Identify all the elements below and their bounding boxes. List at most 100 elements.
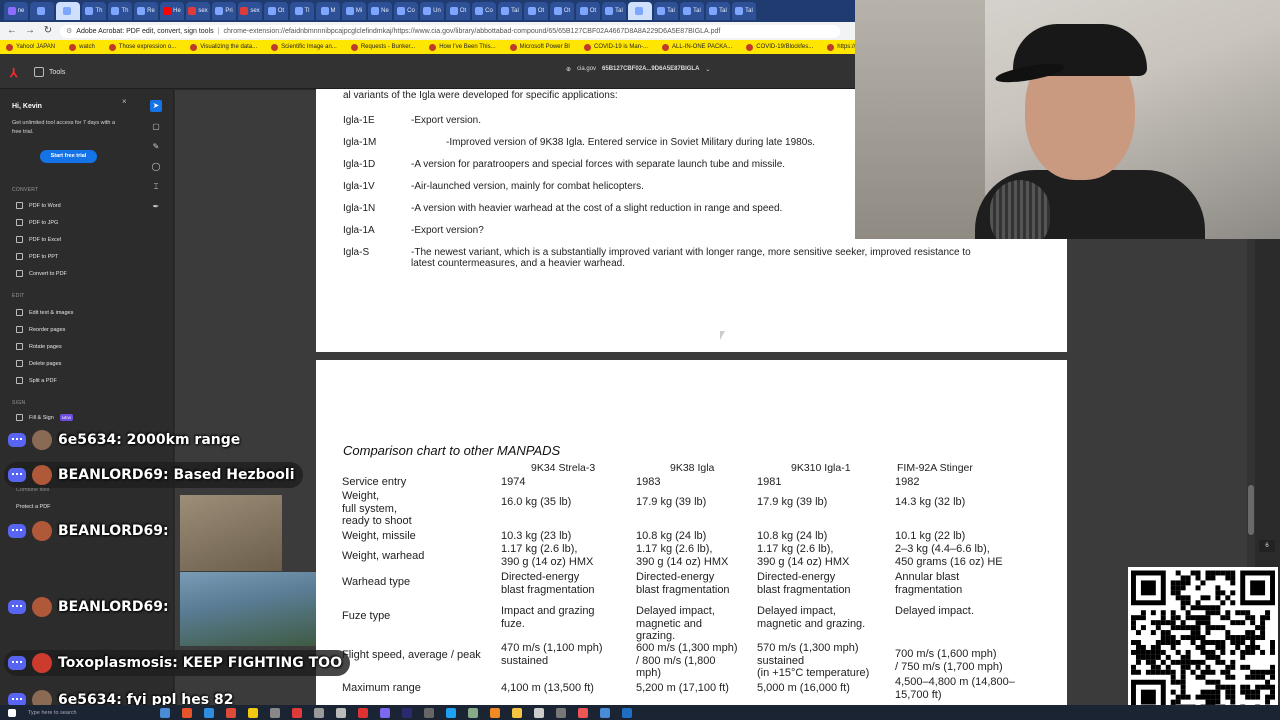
- tool-item[interactable]: Delete pages: [16, 360, 61, 367]
- qr-module: [1175, 590, 1181, 596]
- tool-item[interactable]: PDF to PPT: [16, 253, 58, 260]
- app-icon[interactable]: [182, 707, 192, 718]
- browser-tab[interactable]: [56, 2, 80, 20]
- reload-icon[interactable]: ↻: [42, 25, 54, 37]
- tool-item[interactable]: Split a PDF: [16, 377, 57, 384]
- acrobat-logo-icon[interactable]: ⅄: [10, 66, 24, 80]
- task-view-icon[interactable]: [160, 707, 170, 718]
- row-label: Weight, warhead: [342, 550, 425, 562]
- text-select-icon[interactable]: ⌶: [150, 181, 162, 193]
- lasso-icon[interactable]: ◯: [150, 161, 162, 173]
- browser-tab[interactable]: Co: [472, 2, 496, 20]
- tool-item[interactable]: Edit text & images: [16, 309, 73, 316]
- browser-tab[interactable]: Ne: [368, 2, 392, 20]
- browser-tab[interactable]: ne: [4, 2, 28, 20]
- browser-tab[interactable]: He: [160, 2, 184, 20]
- page-number-badge: 6: [1259, 540, 1275, 552]
- document-title[interactable]: ⊕ cia.gov 65B127CBF02A...9D6A5E87BIGLA ⌄: [566, 66, 726, 73]
- browser-tab[interactable]: Th: [108, 2, 132, 20]
- browser-tab[interactable]: Tal: [680, 2, 704, 20]
- app-icon[interactable]: [468, 707, 478, 718]
- app-icon[interactable]: [578, 707, 588, 718]
- browser-tab[interactable]: [30, 2, 54, 20]
- pencil-icon[interactable]: ✎: [150, 141, 162, 153]
- browser-tab[interactable]: Tal: [732, 2, 756, 20]
- browser-tab[interactable]: Ot: [446, 2, 470, 20]
- sign-icon[interactable]: ✒: [150, 201, 162, 213]
- bookmark-item[interactable]: Microsoft Power BI: [509, 43, 570, 51]
- browser-tab[interactable]: Co: [394, 2, 418, 20]
- vlc-icon[interactable]: [490, 707, 500, 718]
- bookmark-item[interactable]: Those expression o...: [108, 43, 176, 51]
- acrobat-icon[interactable]: [358, 707, 368, 718]
- bookmark-item[interactable]: Yahoo! JAPAN: [6, 43, 55, 51]
- browser-tab[interactable]: Tal: [602, 2, 626, 20]
- app-icon[interactable]: [292, 707, 302, 718]
- qr-module: [1145, 649, 1151, 655]
- url-input[interactable]: ⚙ Adobe Acrobat: PDF edit, convert, sign…: [60, 24, 840, 38]
- app-icon[interactable]: [380, 707, 390, 718]
- app-icon[interactable]: [512, 707, 522, 718]
- back-icon[interactable]: ←: [6, 25, 18, 37]
- browser-tab[interactable]: Ot: [524, 2, 548, 20]
- edge-icon[interactable]: [204, 707, 214, 718]
- browser-tab[interactable]: sex: [186, 2, 210, 20]
- bookmark-item[interactable]: watch: [69, 43, 95, 51]
- taskbar-search[interactable]: Type here to search: [28, 710, 148, 716]
- qr-module: [1140, 654, 1146, 660]
- app-icon[interactable]: [424, 707, 434, 718]
- close-icon[interactable]: ×: [122, 97, 127, 106]
- browser-tab[interactable]: Tal: [498, 2, 522, 20]
- browser-tab[interactable]: Tal: [654, 2, 678, 20]
- browser-tab[interactable]: M: [316, 2, 340, 20]
- tool-item[interactable]: Rotate pages: [16, 343, 62, 350]
- tool-item[interactable]: PDF to Word: [16, 202, 61, 209]
- bookmark-item[interactable]: Requests - Bunker...: [350, 43, 415, 51]
- explorer-icon[interactable]: [248, 707, 258, 718]
- qr-module: [1260, 669, 1266, 675]
- bookmark-item[interactable]: Scientific Image an...: [271, 43, 337, 51]
- tool-item[interactable]: PDF to Excel: [16, 236, 61, 243]
- browser-tab[interactable]: Un: [420, 2, 444, 20]
- select-cursor-icon[interactable]: ➤: [150, 100, 162, 112]
- favicon-icon: [605, 7, 614, 15]
- scrollbar-thumb[interactable]: [1248, 485, 1254, 535]
- bookmark-item[interactable]: COVID-19/Blockfes...: [746, 43, 813, 51]
- browser-tab[interactable]: Ot: [576, 2, 600, 20]
- premiere-icon[interactable]: [402, 707, 412, 718]
- tool-item[interactable]: Reorder pages: [16, 326, 65, 333]
- bookmark-item[interactable]: COVID-19 is Man-...: [583, 43, 648, 51]
- word-icon[interactable]: [622, 707, 632, 718]
- forward-icon[interactable]: →: [24, 25, 36, 37]
- gear-icon[interactable]: [556, 707, 566, 718]
- chrome-icon[interactable]: [226, 707, 236, 718]
- bookmark-item[interactable]: How I've Been This...: [429, 43, 496, 51]
- browser-tab[interactable]: Tl: [290, 2, 314, 20]
- start-icon[interactable]: [8, 708, 16, 717]
- browser-tab[interactable]: Pri: [212, 2, 236, 20]
- comment-icon[interactable]: ▢: [150, 121, 162, 133]
- tool-item[interactable]: PDF to JPG: [16, 219, 58, 226]
- browser-tab[interactable]: [628, 2, 652, 20]
- app-icon[interactable]: [600, 707, 610, 718]
- start-free-trial-button[interactable]: Start free trial: [40, 150, 97, 163]
- app-icon[interactable]: [270, 707, 280, 718]
- app-icon[interactable]: [336, 707, 346, 718]
- browser-tab[interactable]: Ot: [550, 2, 574, 20]
- browser-tab[interactable]: Re: [134, 2, 158, 20]
- browser-tab[interactable]: Tal: [706, 2, 730, 20]
- qr-module: [1170, 640, 1176, 645]
- tool-item[interactable]: Convert to PDF: [16, 270, 67, 277]
- app-icon[interactable]: [446, 707, 456, 718]
- tools-button[interactable]: Tools: [34, 64, 76, 80]
- browser-tab[interactable]: sex: [238, 2, 262, 20]
- bookmark-item[interactable]: Visualizing the data...: [190, 43, 257, 51]
- browser-tab[interactable]: Ot: [264, 2, 288, 20]
- browser-tab[interactable]: Mi: [342, 2, 366, 20]
- tool-fill-sign[interactable]: Fill & Sign NEW: [16, 414, 74, 421]
- browser-tab[interactable]: Th: [82, 2, 106, 20]
- tool-protect-pdf[interactable]: Protect a PDF: [16, 504, 51, 510]
- app-icon[interactable]: [314, 707, 324, 718]
- bookmark-item[interactable]: ALL-IN-ONE PACKA...: [662, 43, 732, 51]
- app-icon[interactable]: [534, 707, 544, 718]
